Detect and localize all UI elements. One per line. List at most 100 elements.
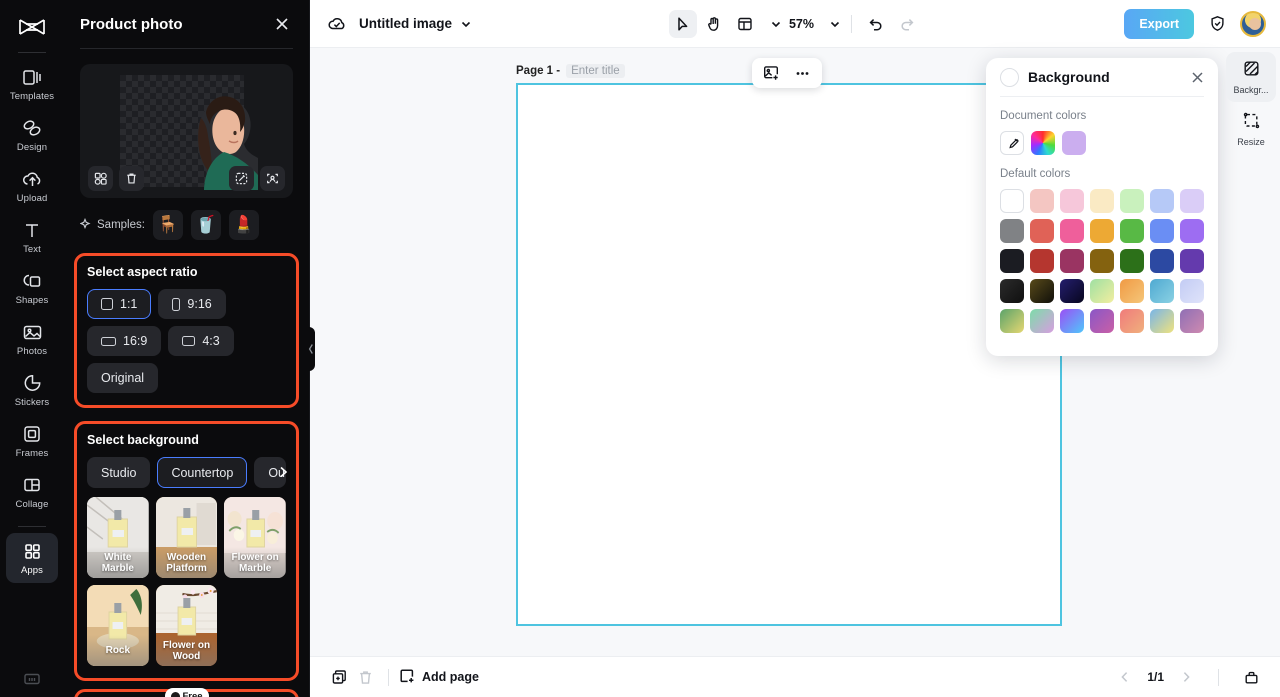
duplicate-page-icon[interactable] xyxy=(326,664,352,690)
bg-card-wooden-platform[interactable]: Wooden Platform xyxy=(155,497,218,578)
chevron-left-icon[interactable] xyxy=(1112,664,1138,690)
document-title[interactable]: Untitled image xyxy=(359,16,452,31)
sample-drink[interactable]: 🥤 xyxy=(190,210,221,240)
default-color-swatch[interactable] xyxy=(1180,279,1204,303)
sidebar-item-text[interactable]: Text xyxy=(6,212,58,262)
panel-collapse-handle[interactable] xyxy=(306,327,315,371)
right-item-background[interactable]: Backgr... xyxy=(1226,52,1276,102)
zoom-level[interactable]: 57% xyxy=(785,17,818,31)
sample-lipstick[interactable]: 💄 xyxy=(228,210,259,240)
sidebar-item-templates[interactable]: Templates xyxy=(6,59,58,109)
canvas-page[interactable] xyxy=(516,83,1062,626)
eyedropper-swatch[interactable] xyxy=(1000,131,1024,155)
trash-icon[interactable] xyxy=(352,664,378,690)
user-avatar[interactable] xyxy=(1240,10,1266,37)
default-color-swatch[interactable] xyxy=(1030,249,1054,273)
capcut-logo-icon[interactable] xyxy=(15,10,49,44)
aspect-ratio-9-16[interactable]: 9:16 xyxy=(158,289,226,319)
current-background-swatch[interactable] xyxy=(1000,67,1019,87)
aspect-ratio-1-1[interactable]: 1:1 xyxy=(87,289,152,319)
sidebar-item-photos[interactable]: Photos xyxy=(6,314,58,364)
sidebar-item-frames[interactable]: Frames xyxy=(6,416,58,466)
default-color-swatch[interactable] xyxy=(1090,189,1114,213)
chevron-down-icon[interactable] xyxy=(829,18,841,30)
default-color-swatch[interactable] xyxy=(1150,279,1174,303)
chevron-right-icon[interactable] xyxy=(1173,664,1199,690)
close-icon[interactable] xyxy=(1191,71,1204,84)
default-color-swatch[interactable] xyxy=(1120,279,1144,303)
redo-icon[interactable] xyxy=(893,10,921,38)
default-color-swatch[interactable] xyxy=(1120,189,1144,213)
default-color-swatch[interactable] xyxy=(1060,249,1084,273)
default-color-swatch[interactable] xyxy=(1000,279,1024,303)
sample-chair[interactable]: 🪑 xyxy=(152,210,183,240)
aspect-ratio-original[interactable]: Original xyxy=(87,363,159,393)
default-color-swatch[interactable] xyxy=(1120,219,1144,243)
default-color-swatch[interactable] xyxy=(1060,219,1084,243)
default-color-swatch[interactable] xyxy=(1120,309,1144,333)
page-title-input[interactable]: Enter title xyxy=(566,64,625,78)
default-color-swatch[interactable] xyxy=(1060,309,1084,333)
default-color-swatch[interactable] xyxy=(1000,219,1024,243)
default-color-swatch[interactable] xyxy=(1030,189,1054,213)
default-color-swatch[interactable] xyxy=(1150,309,1174,333)
pages-grid-icon[interactable] xyxy=(1238,664,1264,690)
bg-tab-studio[interactable]: Studio xyxy=(87,457,151,488)
default-color-swatch[interactable] xyxy=(1180,219,1204,243)
sidebar-item-shapes[interactable]: Shapes xyxy=(6,263,58,313)
shield-check-icon[interactable] xyxy=(1203,10,1231,38)
close-icon[interactable] xyxy=(271,13,293,35)
default-color-swatch[interactable] xyxy=(1090,249,1114,273)
default-color-swatch[interactable] xyxy=(1150,249,1174,273)
add-page-button[interactable]: Add page xyxy=(399,668,479,687)
sidebar-item-apps[interactable]: Apps xyxy=(6,533,58,583)
rail-overflow-icon[interactable] xyxy=(23,672,41,691)
default-color-swatch[interactable] xyxy=(1150,219,1174,243)
export-button[interactable]: Export xyxy=(1124,8,1194,39)
undo-icon[interactable] xyxy=(862,10,890,38)
rainbow-swatch[interactable] xyxy=(1031,131,1055,155)
default-color-swatch[interactable] xyxy=(1060,279,1084,303)
default-color-swatch[interactable] xyxy=(1030,309,1054,333)
default-color-swatch[interactable] xyxy=(1000,189,1024,213)
chevron-right-icon[interactable] xyxy=(277,465,289,484)
ellipsis-icon[interactable] xyxy=(789,61,816,85)
bg-card-rock[interactable]: Rock xyxy=(87,585,149,666)
default-color-swatch[interactable] xyxy=(1000,309,1024,333)
bg-tab-countertop[interactable]: Countertop xyxy=(157,457,248,488)
default-color-swatch[interactable] xyxy=(1180,309,1204,333)
default-color-swatch[interactable] xyxy=(1150,189,1174,213)
sidebar-item-design[interactable]: Design xyxy=(6,110,58,160)
add-image-icon[interactable] xyxy=(758,61,785,85)
layout-tool[interactable] xyxy=(731,10,759,38)
default-color-swatch[interactable] xyxy=(1030,279,1054,303)
trash-icon[interactable] xyxy=(119,166,144,191)
bg-card-flower-on-marble[interactable]: Flower on Marble xyxy=(224,497,286,578)
default-color-swatch[interactable] xyxy=(1180,189,1204,213)
default-color-swatch[interactable] xyxy=(1060,189,1084,213)
lavender-swatch[interactable] xyxy=(1062,131,1086,155)
bg-card-flower-on-wood[interactable]: Flower on Wood xyxy=(155,585,218,666)
hand-tool[interactable] xyxy=(700,10,728,38)
focus-frame-icon[interactable] xyxy=(260,166,285,191)
magic-wand-icon[interactable] xyxy=(229,166,254,191)
select-tool[interactable] xyxy=(668,9,697,38)
default-color-swatch[interactable] xyxy=(1090,279,1114,303)
default-color-swatch[interactable] xyxy=(1180,249,1204,273)
default-color-swatch[interactable] xyxy=(1030,219,1054,243)
image-preview[interactable] xyxy=(80,64,293,198)
aspect-ratio-16-9[interactable]: 16:9 xyxy=(87,326,162,356)
default-color-swatch[interactable] xyxy=(1090,219,1114,243)
replace-image-icon[interactable] xyxy=(88,166,113,191)
default-color-swatch[interactable] xyxy=(1090,309,1114,333)
chevron-down-icon[interactable] xyxy=(460,18,472,30)
sidebar-item-upload[interactable]: Upload xyxy=(6,161,58,211)
default-color-swatch[interactable] xyxy=(1120,249,1144,273)
aspect-ratio-4-3[interactable]: 4:3 xyxy=(168,326,234,356)
cloud-saved-icon[interactable] xyxy=(324,11,350,37)
right-item-resize[interactable]: Resize xyxy=(1226,104,1276,154)
bg-card-white-marble[interactable]: White Marble xyxy=(87,497,149,578)
sidebar-item-stickers[interactable]: Stickers xyxy=(6,365,58,415)
default-color-swatch[interactable] xyxy=(1000,249,1024,273)
chevron-down-icon[interactable] xyxy=(770,18,782,30)
